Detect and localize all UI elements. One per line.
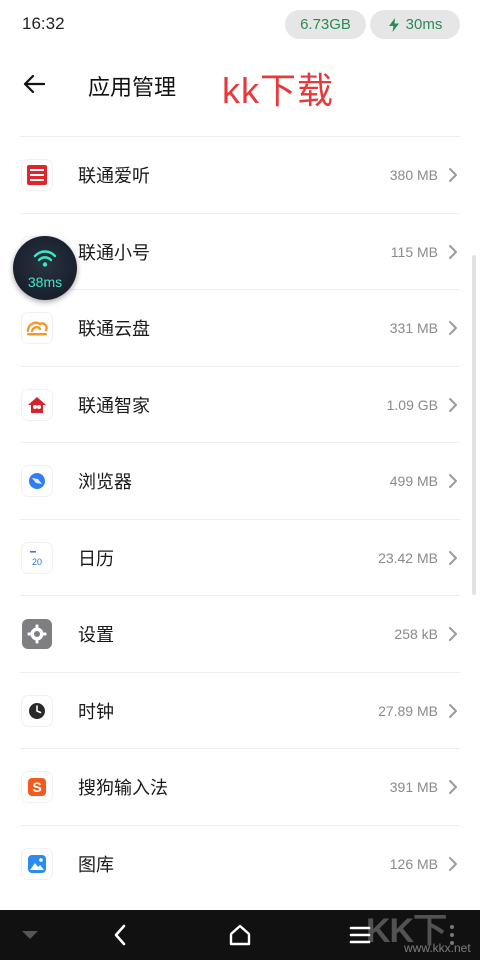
status-time: 16:32 [22,14,65,33]
app-size: 331 MB [389,320,438,337]
app-row-browser[interactable]: 浏览器 499 MB [0,443,480,520]
chevron-right-icon [449,168,457,183]
app-size: 126 MB [389,855,438,872]
app-name: 搜狗输入法 [78,778,168,800]
app-name: 图库 [78,854,114,876]
app-row-settings[interactable]: 设置 258 kB [0,596,480,673]
app-row-gallery[interactable]: 图库 126 MB [0,826,480,903]
latency-value: 30ms [405,16,443,33]
app-size: 380 MB [389,167,438,184]
settings-gear-icon [22,619,52,650]
gallery-icon [22,848,52,879]
sogou-letter: S [32,779,41,795]
home-icon [229,924,251,946]
app-name: 浏览器 [78,472,132,494]
app-size: 23.42 MB [378,549,438,566]
back-button[interactable] [14,64,54,104]
unicom-cloud-drive-icon [22,313,52,344]
triangle-down-icon [22,931,38,939]
app-size: 1.09 GB [386,396,438,413]
app-row-unicom-smart-home[interactable]: 联通智家 1.09 GB [0,367,480,444]
chevron-right-icon [449,474,457,489]
app-row-calendar[interactable]: 20 日历 23.42 MB [0,520,480,597]
chevron-right-icon [449,703,457,718]
chevron-right-icon [449,627,457,642]
app-name: 联通小号 [78,242,150,264]
chevron-right-icon [449,321,457,336]
back-arrow-icon [23,74,45,94]
scrollbar[interactable] [472,255,476,595]
site-watermark: KK下载 www.kkx.net [360,903,478,959]
app-row-unicom-cloud-drive[interactable]: 联通云盘 331 MB [0,290,480,367]
app-row-clock[interactable]: 时钟 27.89 MB [0,673,480,750]
status-bar: 16:32 6.73GB 30ms [0,0,480,48]
hide-nav-button[interactable] [14,910,46,960]
app-row-unicom-aiting[interactable]: 联通爱听 380 MB [0,137,480,214]
clock-icon [22,695,52,726]
calendar-day-text: 20 [32,557,42,567]
app-size: 391 MB [389,779,438,796]
app-name: 日历 [78,548,114,570]
nav-home-button[interactable] [224,910,256,960]
app-name: 联通爱听 [78,166,150,188]
storage-pill: 6.73GB [285,10,366,39]
wifi-icon [33,250,57,267]
app-size: 499 MB [389,473,438,490]
network-float-ball[interactable]: 38ms [11,234,79,302]
storage-value: 6.73GB [300,16,351,33]
calendar-icon: 20 [22,542,52,573]
lightning-icon [388,17,399,32]
sogou-input-icon: S [22,772,52,803]
nav-back-button[interactable] [104,910,136,960]
chevron-left-icon [114,924,126,946]
app-size: 115 MB [390,243,438,260]
site-watermark-url: www.kkx.net [404,941,471,955]
page-title: 应用管理 [88,76,177,101]
app-size: 258 kB [394,626,438,643]
unicom-aiting-icon [22,160,52,191]
chevron-right-icon [449,780,457,795]
app-size: 27.89 MB [378,702,438,719]
chevron-right-icon [449,397,457,412]
chevron-right-icon [449,856,457,871]
float-latency-text: 38ms [27,274,63,290]
kk-watermark-text: kk下载 [222,70,335,111]
app-row-sogou-input[interactable]: S 搜狗输入法 391 MB [0,749,480,826]
app-name: 联通智家 [78,395,150,417]
app-name: 联通云盘 [78,319,150,341]
app-bar: 应用管理 kk下载 [0,48,480,120]
chevron-right-icon [449,244,457,259]
unicom-smart-home-icon [22,389,52,420]
app-name: 设置 [78,625,114,647]
latency-pill: 30ms [370,10,460,39]
browser-icon [22,466,52,497]
chevron-right-icon [449,550,457,565]
app-name: 时钟 [78,701,114,723]
